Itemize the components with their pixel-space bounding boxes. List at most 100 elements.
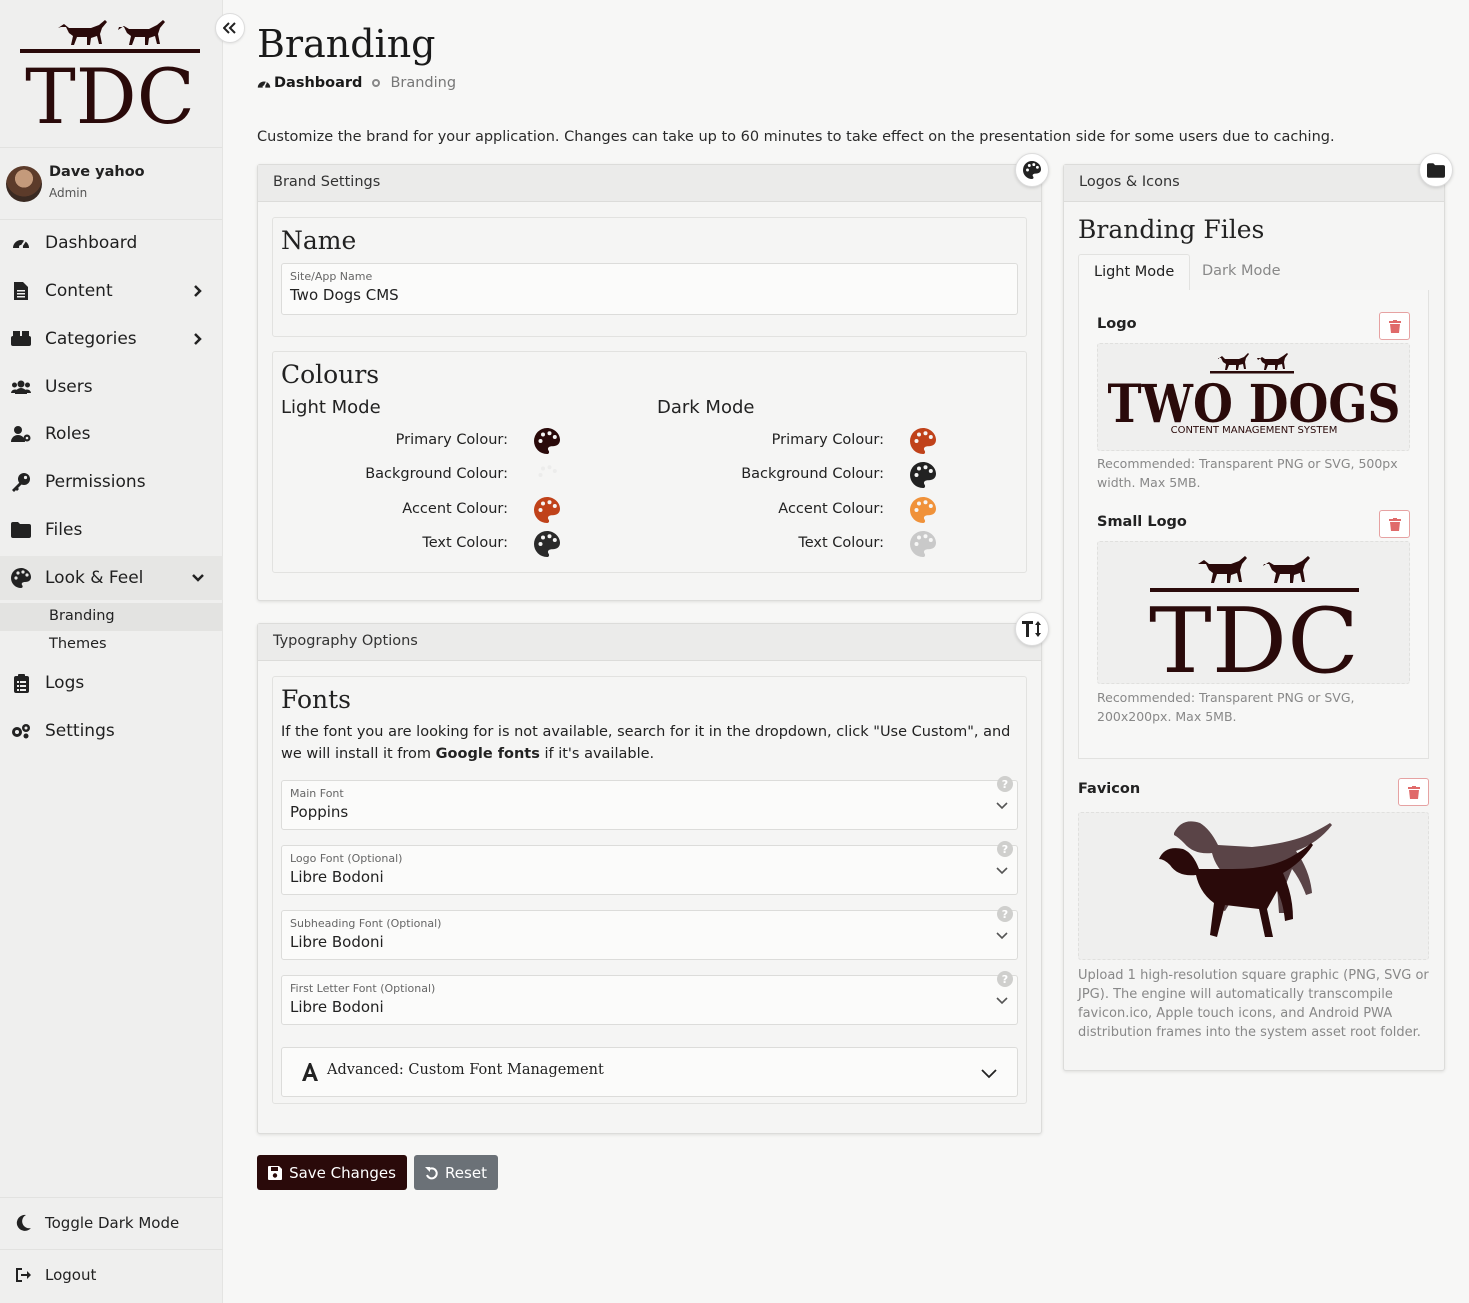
breadcrumb: Dashboard Branding [257,75,456,91]
font-select[interactable]: Subheading Font (Optional) Libre Bodoni [281,910,1018,960]
nav-sub-branding[interactable]: Branding [0,603,223,631]
logout-button[interactable]: Logout [0,1249,223,1301]
sidebar: TDC Dave yahoo Admin Dashboard Content C… [0,0,223,1303]
toggle-dark-label: Toggle Dark Mode [45,1214,180,1232]
font-select[interactable]: Logo Font (Optional) Libre Bodoni [281,845,1018,895]
chevron-down-icon [996,932,1008,940]
favicon-preview[interactable] [1078,812,1429,960]
palette-icon [534,531,560,557]
tab-light-mode[interactable]: Light Mode [1078,254,1191,291]
font-letter-icon [302,1063,318,1081]
user-profile[interactable]: Dave yahoo Admin [0,148,222,220]
help-icon[interactable]: ? [997,841,1013,857]
nav-files[interactable]: Files [0,508,223,552]
nav-permissions[interactable]: Permissions [0,460,223,504]
file-icon [11,281,31,301]
tab-dark-mode[interactable]: Dark Mode [1187,254,1296,291]
breadcrumb-home[interactable]: Dashboard [257,75,362,91]
gauge-icon [257,81,271,89]
advanced-font-accordion[interactable]: Advanced: Custom Font Management [281,1047,1018,1097]
help-icon[interactable]: ? [997,776,1013,792]
palette-icon [534,462,560,488]
collapse-sidebar-button[interactable] [215,13,245,43]
user-gear-icon [11,424,31,444]
card-title: Typography Options [258,624,1041,661]
dark-colour-label: Background Colour: [741,466,884,482]
nav-sub-themes[interactable]: Themes [0,631,223,659]
boxes-icon [11,329,31,349]
trash-icon [1388,319,1401,333]
dark-colour-swatch[interactable] [910,428,936,454]
nav-categories[interactable]: Categories [0,317,223,361]
nav-roles[interactable]: Roles [0,412,223,456]
dark-colour-swatch[interactable] [910,497,936,523]
dark-colour-swatch[interactable] [910,531,936,557]
logout-label: Logout [45,1266,97,1284]
dark-colour-label: Text Colour: [798,535,884,551]
folder-badge [1419,153,1453,187]
font-select[interactable]: First Letter Font (Optional) Libre Bodoni [281,975,1018,1025]
avatar [6,166,42,202]
undo-icon [425,1166,438,1179]
branding-files-heading: Branding Files [1078,215,1265,244]
nav-users[interactable]: Users [0,365,223,409]
nav-label: Branding [49,608,115,624]
nav-dashboard[interactable]: Dashboard [0,221,223,265]
logo-preview[interactable]: TWO DOGS CONTENT MANAGEMENT SYSTEM [1097,343,1410,451]
page-title: Branding [257,22,436,66]
light-mode-tab-panel: Logo TWO DOGS CONTENT MANAGEMENT SYSTEM … [1078,290,1429,759]
advanced-label: Advanced: Custom Font Management [327,1062,604,1078]
nav-label: Users [45,377,93,397]
dark-colour-swatch[interactable] [910,462,936,488]
help-icon[interactable]: ? [997,971,1013,987]
save-changes-button[interactable]: Save Changes [257,1155,407,1190]
nav-label: Categories [45,329,137,349]
nav-look-feel[interactable]: Look & Feel [0,556,223,600]
small-logo-preview[interactable]: TDC [1097,541,1410,694]
site-name-field[interactable]: Site/App Name Two Dogs CMS [281,263,1018,315]
folder-icon [1427,162,1445,178]
small-logo-label: Small Logo [1097,514,1187,530]
dogs-logo-icon: TDC [1149,556,1359,694]
light-mode-title: Light Mode [281,397,381,418]
clipboard-list-icon [11,673,31,693]
light-colour-label: Text Colour: [422,535,508,551]
light-colour-label: Primary Colour: [395,432,508,448]
chevron-down-icon [996,802,1008,810]
nav-logs[interactable]: Logs [0,661,223,705]
dark-mode-title: Dark Mode [657,397,755,418]
card-title: Brand Settings [258,165,1041,202]
chevron-down-icon [981,1069,997,1079]
chevron-down-icon [996,867,1008,875]
desc-text: if it's available. [539,746,655,762]
light-colour-swatch[interactable] [534,531,560,557]
moon-icon [16,1214,31,1231]
users-icon [11,377,31,397]
font-select[interactable]: Main Font Poppins [281,780,1018,830]
help-icon[interactable]: ? [997,906,1013,922]
palette-icon [1023,161,1041,179]
delete-small-logo-button[interactable] [1379,510,1410,538]
nav-label: Look & Feel [45,568,144,588]
palette-icon [534,428,560,454]
nav-settings[interactable]: Settings [0,709,223,753]
reset-label: Reset [445,1163,487,1182]
dogs-logo-icon: TWO DOGS CONTENT MANAGEMENT SYSTEM [1108,353,1401,436]
brand-logo[interactable]: TDC [0,0,222,148]
light-colour-swatch[interactable] [534,497,560,523]
dogs-logo-icon: TDC [20,20,200,141]
breadcrumb-current: Branding [390,75,457,91]
palette-icon [910,531,936,557]
delete-logo-button[interactable] [1379,312,1410,340]
reset-button[interactable]: Reset [414,1155,498,1190]
favicon-note: Upload 1 high-resolution square graphic … [1078,968,1429,1040]
nav-content[interactable]: Content [0,269,223,313]
fonts-description: If the font you are looking for is not a… [281,721,1021,765]
toggle-dark-mode[interactable]: Toggle Dark Mode [0,1197,223,1249]
brand-settings-card: Brand Settings Name Site/App Name Two Do… [257,153,1049,601]
light-colour-swatch[interactable] [534,428,560,454]
trash-icon [1407,785,1420,799]
delete-favicon-button[interactable] [1398,778,1429,806]
light-colour-swatch[interactable] [534,462,560,488]
field-value: Two Dogs CMS [290,286,399,304]
